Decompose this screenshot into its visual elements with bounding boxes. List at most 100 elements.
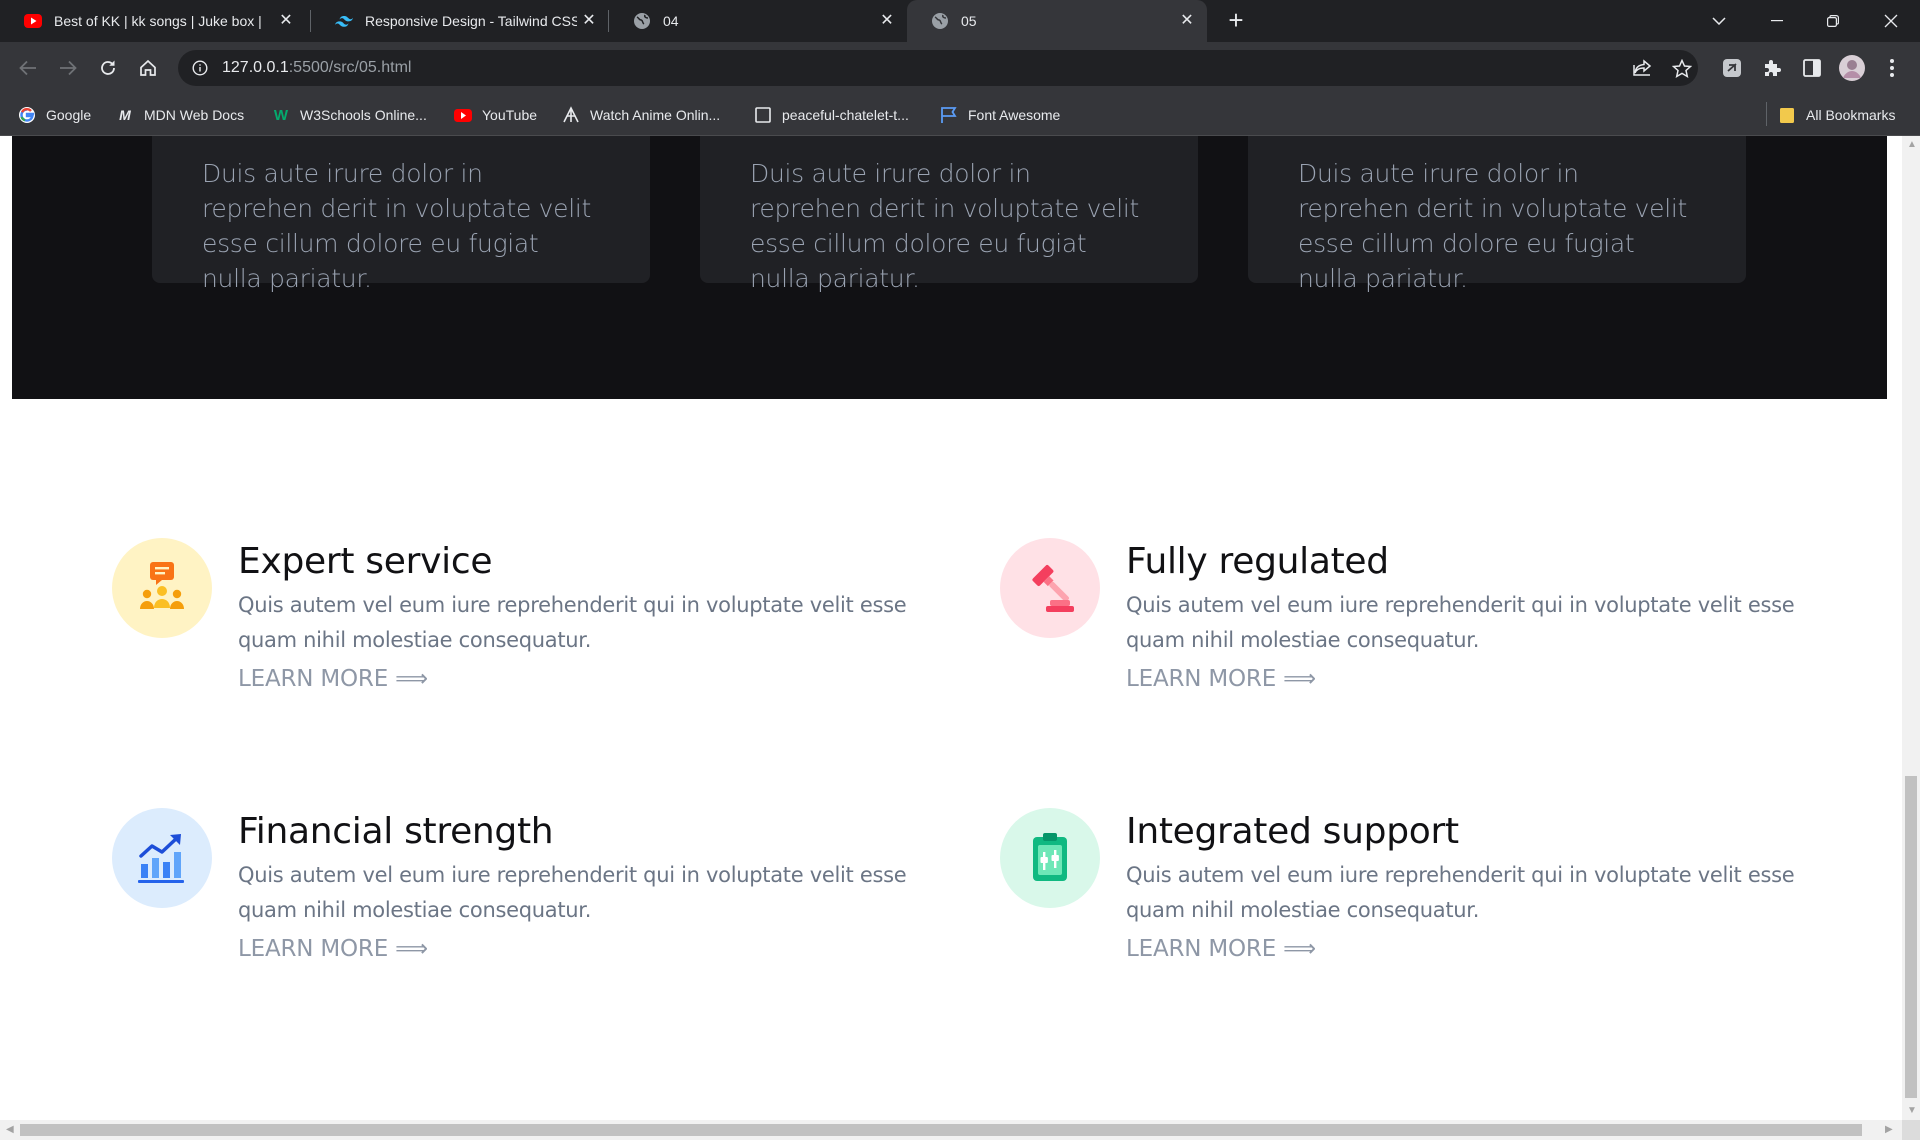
- dark-card-text: Duis aute irure dolor in reprehen derit …: [1298, 159, 1688, 293]
- feature-title: Fully regulated: [1126, 541, 1389, 582]
- tab-tailwind[interactable]: Responsive Design - Tailwind CSS ✕: [311, 0, 609, 42]
- browser-toolbar: 127.0.0.1:5500/src/05.html: [0, 42, 1920, 94]
- feature-integrated-support: Integrated support Quis autem vel eum iu…: [1000, 808, 1820, 988]
- restore-button[interactable]: [1808, 0, 1858, 42]
- address-bar[interactable]: 127.0.0.1:5500/src/05.html: [178, 50, 1698, 86]
- bookmark-star-icon[interactable]: [1666, 50, 1698, 86]
- feature-description: Quis autem vel eum iure reprehenderit qu…: [1126, 593, 1795, 652]
- tab-strip: Best of KK | kk songs | Juke box | ✕ Res…: [0, 0, 1920, 42]
- extension-icon[interactable]: [1716, 52, 1748, 84]
- w3schools-icon: W: [273, 106, 289, 124]
- dark-card: Duis aute irure dolor in reprehen derit …: [152, 136, 650, 293]
- share-icon[interactable]: [1627, 50, 1659, 86]
- home-button[interactable]: [132, 52, 164, 84]
- bookmark-fontawesome[interactable]: Font Awesome: [940, 104, 1060, 126]
- bookmark-label: Watch Anime Onlin...: [590, 107, 721, 123]
- google-icon: [18, 106, 36, 124]
- learn-more-link[interactable]: LEARN MORE ⟹: [1126, 936, 1316, 962]
- back-button[interactable]: [12, 52, 44, 84]
- scroll-left-icon[interactable]: ◀: [6, 1125, 14, 1135]
- bookmark-peaceful[interactable]: peaceful-chatelet-t...: [754, 104, 909, 126]
- folder-icon: [1778, 106, 1796, 124]
- vertical-scroll-thumb[interactable]: [1905, 776, 1917, 1098]
- close-tab-icon[interactable]: ✕: [276, 11, 296, 31]
- dark-section: Duis aute irure dolor in reprehen derit …: [12, 136, 1887, 399]
- menu-kebab-icon[interactable]: [1876, 52, 1908, 84]
- bookmark-label: Google: [46, 107, 92, 123]
- bookmarks-divider: [1766, 102, 1767, 126]
- feature-body: Expert service Quis autem vel eum iure r…: [238, 538, 928, 692]
- page-icon: [754, 106, 772, 124]
- bookmark-label: W3Schools Online...: [300, 107, 427, 123]
- bookmark-label: Font Awesome: [968, 107, 1061, 123]
- feature-description: Quis autem vel eum iure reprehenderit qu…: [238, 863, 907, 922]
- feature-body: Fully regulated Quis autem vel eum iure …: [1126, 538, 1816, 692]
- scrollbar-corner: [1902, 1120, 1920, 1140]
- bookmark-label: MDN Web Docs: [144, 107, 245, 123]
- scroll-right-icon[interactable]: ▶: [1885, 1125, 1893, 1135]
- tab-title: 05: [961, 13, 977, 29]
- tab-youtube[interactable]: Best of KK | kk songs | Juke box | ✕: [0, 0, 306, 42]
- minimize-button[interactable]: [1752, 0, 1802, 42]
- feature-expert-service: Expert service Quis autem vel eum iure r…: [112, 538, 932, 718]
- mdn-icon: M: [119, 107, 131, 123]
- puzzle-icon[interactable]: [1756, 52, 1788, 84]
- bookmark-label: peaceful-chatelet-t...: [782, 107, 909, 123]
- new-tab-button[interactable]: +: [1222, 7, 1250, 35]
- tab-title: Responsive Design - Tailwind CSS: [365, 13, 577, 29]
- tab-title: Best of KK | kk songs | Juke box |: [54, 13, 262, 29]
- learn-more-link[interactable]: LEARN MORE ⟹: [238, 936, 428, 962]
- feature-description: Quis autem vel eum iure reprehenderit qu…: [1126, 863, 1795, 922]
- dark-card-text: Duis aute irure dolor in reprehen derit …: [202, 159, 592, 293]
- tab-05[interactable]: 05 ✕: [907, 0, 1207, 42]
- feature-financial-strength: Financial strength Quis autem vel eum iu…: [112, 808, 932, 988]
- bookmark-label: All Bookmarks: [1806, 107, 1896, 123]
- learn-more-link[interactable]: LEARN MORE ⟹: [238, 666, 428, 692]
- avatar[interactable]: [1836, 52, 1868, 84]
- learn-more-link[interactable]: LEARN MORE ⟹: [1126, 666, 1316, 692]
- bookmark-anime[interactable]: Watch Anime Onlin...: [562, 104, 720, 126]
- dark-card-text: Duis aute irure dolor in reprehen derit …: [750, 159, 1140, 293]
- close-tab-icon[interactable]: ✕: [579, 11, 599, 31]
- tailwind-icon: [335, 12, 353, 30]
- clipboard-icon: [1000, 808, 1100, 908]
- tab-title: 04: [663, 13, 679, 29]
- gavel-icon: [1000, 538, 1100, 638]
- all-bookmarks-button[interactable]: All Bookmarks: [1778, 104, 1895, 126]
- feature-title: Financial strength: [238, 811, 554, 852]
- close-window-button[interactable]: [1866, 0, 1916, 42]
- feature-body: Financial strength Quis autem vel eum iu…: [238, 808, 928, 962]
- scroll-down-icon[interactable]: ▼: [1907, 1106, 1917, 1116]
- feature-title: Integrated support: [1126, 811, 1459, 852]
- bookmark-mdn[interactable]: M MDN Web Docs: [116, 104, 244, 126]
- dark-card: Duis aute irure dolor in reprehen derit …: [1248, 136, 1746, 293]
- vertical-scrollbar[interactable]: ▲ ▼: [1902, 136, 1920, 1120]
- horizontal-scroll-thumb[interactable]: [20, 1124, 1862, 1136]
- dark-card: Duis aute irure dolor in reprehen derit …: [700, 136, 1198, 293]
- side-panel-icon[interactable]: [1796, 52, 1828, 84]
- anime-icon: [562, 106, 580, 124]
- feature-description: Quis autem vel eum iure reprehenderit qu…: [238, 593, 907, 652]
- globe-icon: [633, 12, 651, 30]
- bookmark-google[interactable]: Google: [18, 104, 91, 126]
- forward-button[interactable]: [52, 52, 84, 84]
- support-team-icon: [112, 538, 212, 638]
- close-tab-icon[interactable]: ✕: [877, 11, 897, 31]
- bookmark-label: YouTube: [482, 107, 538, 123]
- close-tab-icon[interactable]: ✕: [1177, 11, 1197, 31]
- feature-title: Expert service: [238, 541, 493, 582]
- bookmark-w3schools[interactable]: W W3Schools Online...: [272, 104, 427, 126]
- site-info-icon[interactable]: [190, 58, 210, 78]
- bookmarks-bar: Google M MDN Web Docs W W3Schools Online…: [0, 94, 1920, 136]
- bookmark-youtube[interactable]: YouTube: [454, 104, 537, 126]
- youtube-icon: [454, 106, 472, 124]
- tab-04[interactable]: 04 ✕: [609, 0, 907, 42]
- reload-button[interactable]: [92, 52, 124, 84]
- feature-fully-regulated: Fully regulated Quis autem vel eum iure …: [1000, 538, 1820, 718]
- flag-icon: [940, 106, 958, 124]
- feature-body: Integrated support Quis autem vel eum iu…: [1126, 808, 1816, 962]
- tab-search-icon[interactable]: [1694, 0, 1744, 42]
- horizontal-scrollbar[interactable]: ◀ ▶: [0, 1120, 1902, 1140]
- scroll-up-icon[interactable]: ▲: [1907, 140, 1917, 150]
- url-text: 127.0.0.1:5500/src/05.html: [222, 59, 412, 76]
